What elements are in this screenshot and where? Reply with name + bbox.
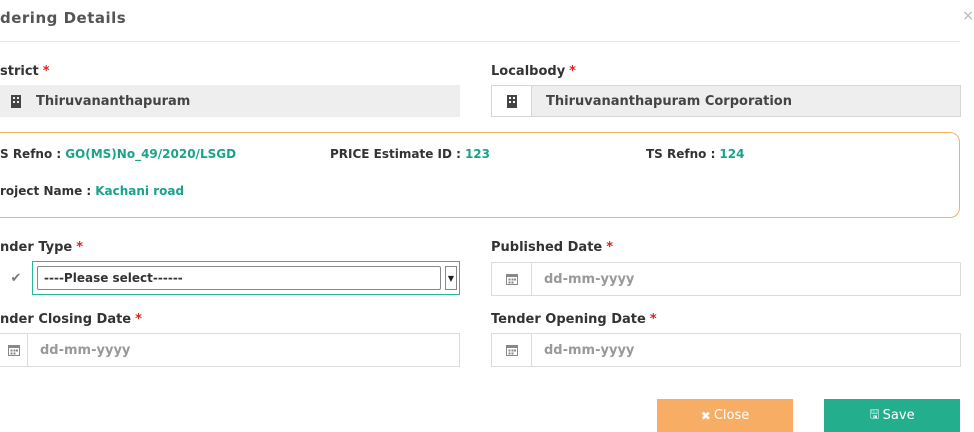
opening-date-input[interactable]: dd-mm-yyyy (532, 334, 960, 366)
floppy-disk-icon: 🖫 (869, 407, 880, 421)
calendar-icon[interactable] (0, 334, 28, 366)
published-date-label: Published Date * (491, 240, 613, 255)
check-icon: ✔ (10, 270, 22, 286)
ts-refno-value: 124 (719, 147, 745, 161)
ts-refno: TS Refno :124 (646, 147, 744, 161)
project-info-box: S Refno : GO(MS)No_49/2020/LSGD PRICE Est… (0, 132, 960, 218)
tender-type-select[interactable]: ----Please select------ ▼ (32, 261, 460, 295)
closing-date-label-text: nder Closing Date (0, 312, 132, 327)
header-divider (0, 41, 960, 42)
district-value: Thiruvananthapuram (32, 85, 460, 117)
localbody-value: Thiruvananthapuram Corporation (532, 86, 960, 116)
tender-type-label-text: nder Type (0, 240, 73, 255)
opening-date-field[interactable]: dd-mm-yyyy (491, 333, 961, 367)
as-refno-value: GO(MS)No_49/2020/LSGD (65, 147, 237, 161)
building-icon (492, 86, 532, 116)
required-marker: * (649, 312, 657, 327)
published-date-field[interactable]: dd-mm-yyyy (491, 262, 961, 296)
tender-type-selected[interactable]: ----Please select------ (37, 266, 441, 290)
localbody-label: Localbody * (491, 64, 576, 79)
district-label: strict * (0, 64, 50, 79)
save-button-label: Save (882, 408, 915, 423)
close-button[interactable]: ✖ Close (657, 399, 793, 432)
price-estimate-value: 123 (464, 147, 490, 161)
project-name-label: roject Name : (0, 184, 92, 198)
closing-date-field[interactable]: dd-mm-yyyy (0, 333, 460, 367)
localbody-field: Thiruvananthapuram Corporation (491, 85, 961, 117)
calendar-icon[interactable] (492, 334, 532, 366)
required-marker: * (569, 64, 576, 79)
closing-date-input[interactable]: dd-mm-yyyy (28, 334, 459, 366)
published-date-input[interactable]: dd-mm-yyyy (532, 263, 960, 295)
as-refno-label: S Refno : (0, 147, 62, 161)
required-marker: * (76, 240, 84, 255)
close-icon[interactable]: × (962, 8, 974, 24)
modal-title: dering Details (0, 9, 127, 27)
as-refno: S Refno : GO(MS)No_49/2020/LSGD (0, 147, 236, 161)
price-estimate: PRICE Estimate ID :123 (330, 147, 490, 161)
localbody-label-text: Localbody (491, 64, 566, 79)
opening-date-label: Tender Opening Date * (491, 312, 657, 327)
save-button[interactable]: 🖫 Save (824, 399, 960, 432)
project-name: roject Name : Kachani road (0, 184, 184, 198)
district-label-text: strict (0, 64, 39, 79)
chevron-down-icon[interactable]: ▼ (445, 266, 457, 290)
closing-date-label: nder Closing Date * (0, 312, 142, 327)
ts-refno-label: TS Refno : (646, 147, 716, 161)
required-marker: * (606, 240, 614, 255)
district-field: Thiruvananthapuram (0, 85, 460, 117)
required-marker: * (42, 64, 50, 79)
project-name-value: Kachani road (95, 184, 185, 198)
close-button-label: Close (713, 408, 750, 423)
calendar-icon[interactable] (492, 263, 532, 295)
price-estimate-label: PRICE Estimate ID : (330, 147, 461, 161)
required-marker: * (135, 312, 142, 327)
building-icon (0, 85, 32, 117)
tender-type-label: nder Type * (0, 240, 83, 255)
published-date-label-text: Published Date (491, 240, 603, 255)
opening-date-label-text: Tender Opening Date (491, 312, 646, 327)
close-icon: ✖ (700, 408, 711, 423)
